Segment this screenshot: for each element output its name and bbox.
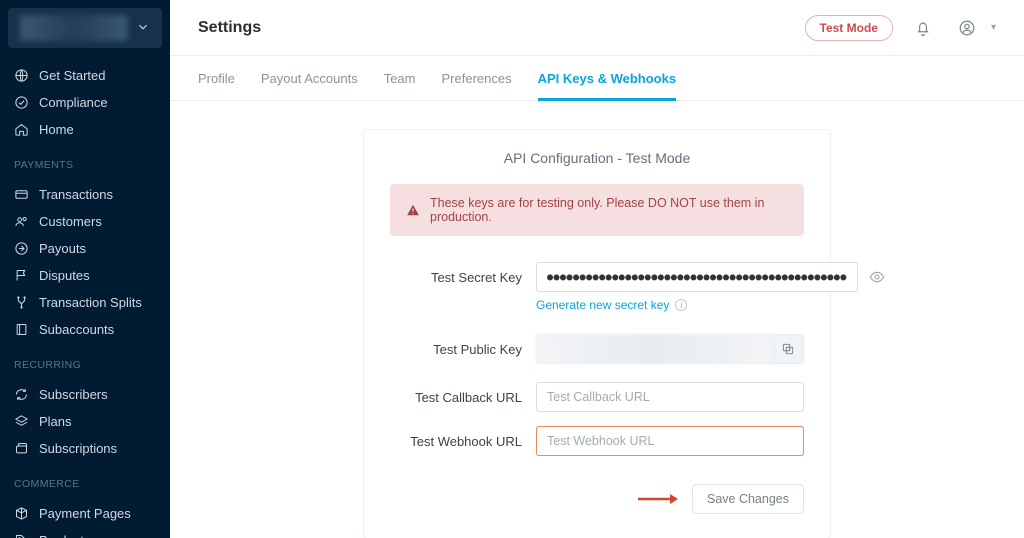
sidebar-item-payment-pages[interactable]: Payment Pages: [0, 500, 170, 527]
user-circle-icon: [958, 19, 976, 37]
sidebar-item-subaccounts[interactable]: Subaccounts: [0, 316, 170, 343]
arrow-out-icon: [14, 241, 29, 256]
sidebar-item-transactions[interactable]: Transactions: [0, 181, 170, 208]
sidebar-item-label: Subscriptions: [39, 441, 117, 456]
tab-payout-accounts[interactable]: Payout Accounts: [261, 71, 358, 101]
org-name-blurred: [20, 15, 128, 41]
tabs: Profile Payout Accounts Team Preferences…: [170, 56, 1024, 101]
tab-preferences[interactable]: Preferences: [442, 71, 512, 101]
content: API Configuration - Test Mode These keys…: [170, 101, 1024, 538]
sidebar-item-home[interactable]: Home: [0, 116, 170, 143]
page-title: Settings: [198, 19, 261, 37]
sidebar-item-label: Transactions: [39, 187, 113, 202]
refresh-icon: [14, 387, 29, 402]
stack-icon: [14, 414, 29, 429]
generate-secret-key-link[interactable]: Generate new secret key i: [536, 298, 687, 312]
book-icon: [14, 322, 29, 337]
nav-recurring: Subscribers Plans Subscriptions: [0, 375, 170, 468]
nav-section-recurring: RECURRING: [0, 349, 170, 375]
org-switcher[interactable]: [8, 8, 162, 48]
notifications-button[interactable]: [909, 14, 937, 42]
card-title: API Configuration - Test Mode: [390, 150, 804, 166]
nav-commerce: Payment Pages Products: [0, 494, 170, 538]
bell-icon: [914, 19, 932, 37]
tag-icon: [14, 533, 29, 538]
card-icon: [14, 187, 29, 202]
split-icon: [14, 295, 29, 310]
nav-main: Get Started Compliance Home: [0, 56, 170, 149]
sidebar-item-label: Subscribers: [39, 387, 108, 402]
main: Settings Test Mode ▾ Profile Payout Acco…: [170, 0, 1024, 538]
check-circle-icon: [14, 95, 29, 110]
sidebar-item-customers[interactable]: Customers: [0, 208, 170, 235]
nav-section-payments: PAYMENTS: [0, 149, 170, 175]
label-public-key: Test Public Key: [390, 342, 522, 357]
sidebar-item-label: Payment Pages: [39, 506, 131, 521]
sidebar-item-transaction-splits[interactable]: Transaction Splits: [0, 289, 170, 316]
topbar: Settings Test Mode ▾: [170, 0, 1024, 56]
test-mode-button[interactable]: Test Mode: [805, 15, 893, 41]
copy-icon: [781, 342, 795, 356]
nav-payments: Transactions Customers Payouts Disputes …: [0, 175, 170, 349]
sidebar-item-get-started[interactable]: Get Started: [0, 62, 170, 89]
tab-profile[interactable]: Profile: [198, 71, 235, 101]
tab-team[interactable]: Team: [384, 71, 416, 101]
secret-key-field[interactable]: ●●●●●●●●●●●●●●●●●●●●●●●●●●●●●●●●●●●●●●●●…: [536, 262, 858, 292]
sidebar-item-products[interactable]: Products: [0, 527, 170, 538]
save-changes-button[interactable]: Save Changes: [692, 484, 804, 514]
arrow-annotation-icon: [636, 492, 678, 506]
sidebar-item-compliance[interactable]: Compliance: [0, 89, 170, 116]
reveal-secret-button[interactable]: [866, 266, 888, 288]
sidebar-item-subscriptions[interactable]: Subscriptions: [0, 435, 170, 462]
tab-api-keys-webhooks[interactable]: API Keys & Webhooks: [538, 71, 676, 101]
label-callback-url: Test Callback URL: [390, 390, 522, 405]
card-stack-icon: [14, 441, 29, 456]
chevron-down-icon: [136, 20, 150, 37]
webhook-url-input[interactable]: [536, 426, 804, 456]
cube-icon: [14, 506, 29, 521]
sidebar-item-label: Payouts: [39, 241, 86, 256]
nav-section-commerce: COMMERCE: [0, 468, 170, 494]
api-config-card: API Configuration - Test Mode These keys…: [363, 129, 831, 538]
sidebar-item-label: Customers: [39, 214, 102, 229]
warning-text: These keys are for testing only. Please …: [430, 196, 788, 224]
warning-alert: These keys are for testing only. Please …: [390, 184, 804, 236]
label-secret-key: Test Secret Key: [390, 270, 522, 285]
generate-link-label: Generate new secret key: [536, 298, 669, 312]
copy-public-key-button[interactable]: [772, 334, 804, 364]
sidebar: Get Started Compliance Home PAYMENTS Tra…: [0, 0, 170, 538]
account-menu-button[interactable]: [953, 14, 981, 42]
chevron-down-icon: ▾: [991, 22, 996, 33]
label-webhook-url: Test Webhook URL: [390, 434, 522, 449]
info-icon: i: [675, 299, 687, 311]
sidebar-item-label: Home: [39, 122, 74, 137]
sidebar-item-plans[interactable]: Plans: [0, 408, 170, 435]
eye-icon: [869, 269, 885, 285]
users-icon: [14, 214, 29, 229]
sidebar-item-label: Transaction Splits: [39, 295, 142, 310]
sidebar-item-disputes[interactable]: Disputes: [0, 262, 170, 289]
sidebar-item-payouts[interactable]: Payouts: [0, 235, 170, 262]
flag-icon: [14, 268, 29, 283]
sidebar-item-label: Compliance: [39, 95, 108, 110]
public-key-field-blurred[interactable]: [536, 334, 772, 364]
sidebar-item-label: Plans: [39, 414, 72, 429]
callback-url-input[interactable]: [536, 382, 804, 412]
home-icon: [14, 122, 29, 137]
sidebar-item-subscribers[interactable]: Subscribers: [0, 381, 170, 408]
warning-icon: [406, 203, 420, 217]
sidebar-item-label: Subaccounts: [39, 322, 114, 337]
sidebar-item-label: Disputes: [39, 268, 90, 283]
globe-icon: [14, 68, 29, 83]
sidebar-item-label: Products: [39, 533, 90, 538]
sidebar-item-label: Get Started: [39, 68, 105, 83]
